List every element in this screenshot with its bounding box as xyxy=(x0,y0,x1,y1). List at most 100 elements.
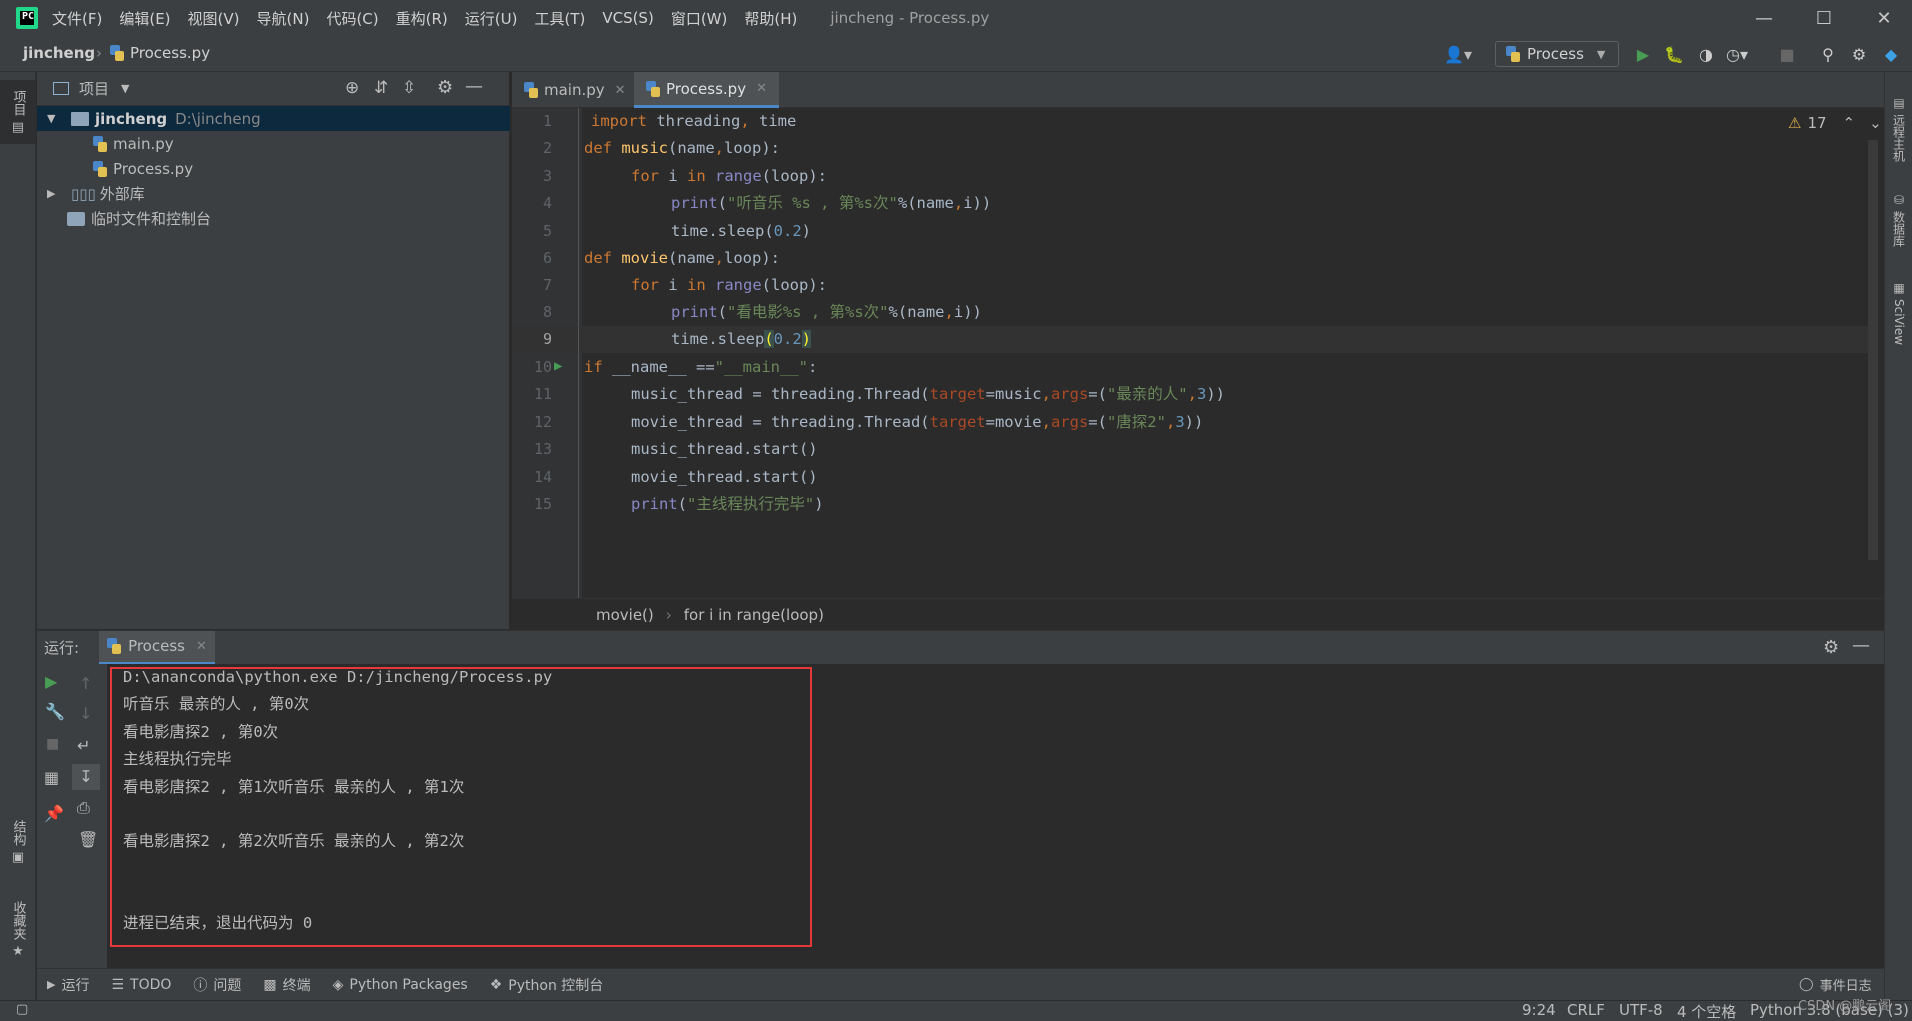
folder-icon xyxy=(71,111,89,126)
scroll-to-end-icon[interactable]: ↧ xyxy=(72,764,100,790)
locate-icon[interactable]: ⊕ xyxy=(345,78,359,98)
tree-root[interactable]: ▼ jincheng D:\jincheng xyxy=(37,106,510,131)
info-icon: ⓘ xyxy=(193,977,208,994)
debug-icon[interactable]: 🐛 xyxy=(1662,42,1686,66)
gear-icon[interactable]: ⚙ xyxy=(1823,637,1839,658)
coverage-icon[interactable]: ◑ xyxy=(1694,42,1718,66)
tree-file-main[interactable]: main.py xyxy=(37,131,510,156)
wrench-icon[interactable]: 🔧 xyxy=(45,702,65,721)
menu-run[interactable]: 运行(U) xyxy=(465,8,518,29)
gear-icon[interactable]: ⚙ xyxy=(437,77,453,98)
menu-tools[interactable]: 工具(T) xyxy=(534,8,585,29)
tree-file-process[interactable]: Process.py xyxy=(37,156,510,181)
code-token: % xyxy=(888,303,898,321)
arrow-down-icon[interactable]: ↓ xyxy=(79,704,92,723)
status-bar: ▢ 9:24 CRLF UTF-8 4 个空格 Python 3.8 (base… xyxy=(0,999,1912,1021)
project-panel-title[interactable]: 项目 xyxy=(79,78,109,99)
print-icon[interactable]: ⎙ xyxy=(77,798,90,818)
close-tab-icon[interactable]: ✕ xyxy=(615,83,626,98)
window-title: jincheng - Process.py xyxy=(830,9,990,27)
editor-scrollbar[interactable] xyxy=(1868,140,1878,560)
stop-icon[interactable]: ■ xyxy=(1775,42,1799,66)
close-tab-icon[interactable]: ✕ xyxy=(756,81,767,96)
structure-icon: ▣ xyxy=(10,849,26,865)
maximize-icon[interactable]: ☐ xyxy=(1796,0,1852,36)
rerun-icon[interactable]: ▶ xyxy=(45,672,57,691)
pycharm-logo-icon: PC xyxy=(16,7,38,29)
tool-tab-run[interactable]: ▶ 运行 xyxy=(47,975,89,995)
tab-main-py[interactable]: main.py ✕ xyxy=(512,72,638,108)
tab-process-py[interactable]: Process.py ✕ xyxy=(634,72,779,108)
file-encoding[interactable]: UTF-8 xyxy=(1619,1001,1663,1019)
expand-all-icon[interactable]: ⇵ xyxy=(374,78,388,98)
tool-tab-structure[interactable]: 结构 ▣ xyxy=(0,812,36,872)
code-token: args xyxy=(1050,385,1089,403)
chevron-down-icon[interactable]: ▼ xyxy=(47,112,63,125)
indent-setting[interactable]: 4 个空格 xyxy=(1677,1001,1736,1021)
menu-edit[interactable]: 编辑(E) xyxy=(119,8,170,29)
chevron-up-icon[interactable]: ⌃ xyxy=(1843,114,1856,132)
pin-icon[interactable]: 📌 xyxy=(44,804,64,823)
tool-tab-terminal[interactable]: ▩ 终端 xyxy=(263,975,310,995)
tool-tab-python-console[interactable]: ❖ Python 控制台 xyxy=(490,975,604,995)
run-config-selector[interactable]: Process ▼ xyxy=(1495,41,1619,67)
trash-icon[interactable]: 🗑 xyxy=(78,830,98,849)
tree-external-libs[interactable]: ▶ ▯▯▯ 外部库 xyxy=(37,181,510,206)
search-icon[interactable]: ⚲ xyxy=(1816,42,1840,66)
nav-project[interactable]: jincheng xyxy=(23,44,95,62)
hide-panel-icon[interactable]: — xyxy=(465,76,483,97)
nav-file[interactable]: Process.py xyxy=(110,44,210,62)
menu-code[interactable]: 代码(C) xyxy=(326,8,378,29)
hide-panel-icon[interactable]: — xyxy=(1852,635,1870,656)
menu-vcs[interactable]: VCS(S) xyxy=(602,9,653,27)
caret-position[interactable]: 9:24 xyxy=(1522,1001,1556,1019)
tree-scratches[interactable]: 临时文件和控制台 xyxy=(37,206,510,231)
tool-tab-sciview[interactable]: ▦ SciView xyxy=(1885,268,1912,358)
arrow-up-icon[interactable]: ↑ xyxy=(79,674,92,693)
code-token: ( xyxy=(764,330,774,348)
stop-icon[interactable]: ■ xyxy=(46,736,59,752)
code-token: : xyxy=(808,358,818,376)
breadcrumb-function[interactable]: movie() xyxy=(596,606,654,624)
plugin-icon[interactable]: ◆ xyxy=(1879,42,1903,66)
menu-view[interactable]: 视图(V) xyxy=(188,8,240,29)
tool-tab-remote-host[interactable]: ▤ 远程主机 xyxy=(1885,84,1912,174)
menu-help[interactable]: 帮助(H) xyxy=(744,8,797,29)
layout-icon[interactable]: ▦ xyxy=(44,768,59,787)
tool-tab-favorites[interactable]: 收藏夹 ★ xyxy=(0,890,36,970)
tool-tab-project[interactable]: 项目 ▤ xyxy=(0,80,36,144)
menu-refactor[interactable]: 重构(R) xyxy=(396,8,448,29)
code-editor[interactable]: 1 2 3 4 5 6 7 8 9 10 11 12 13 14 15 ▶ im… xyxy=(512,108,1884,598)
gear-icon[interactable]: ⚙ xyxy=(1847,42,1871,66)
panel-toggle-icon[interactable]: ▢ xyxy=(16,1002,28,1017)
chevron-right-icon[interactable]: ▶ xyxy=(47,187,63,200)
profile-icon[interactable]: ◷▾ xyxy=(1725,42,1749,66)
close-icon[interactable]: ✕ xyxy=(1856,0,1912,36)
run-tab-process[interactable]: Process ✕ xyxy=(99,630,215,665)
soft-wrap-icon[interactable]: ↵ xyxy=(77,736,90,755)
menu-file[interactable]: 文件(F) xyxy=(52,8,102,29)
tool-tab-database[interactable]: ⛁ 数据库 xyxy=(1885,180,1912,260)
menu-navigate[interactable]: 导航(N) xyxy=(257,8,310,29)
minimize-icon[interactable]: — xyxy=(1736,0,1792,36)
chevron-down-icon[interactable]: ⌄ xyxy=(1869,114,1882,132)
event-log[interactable]: ◯ 事件日志 xyxy=(1799,975,1872,994)
close-tab-icon[interactable]: ✕ xyxy=(196,639,207,654)
chevron-down-icon[interactable]: ▼ xyxy=(121,82,129,95)
code-token: if xyxy=(584,358,603,376)
run-gutter-icon[interactable]: ▶ xyxy=(554,353,562,380)
breadcrumb-loop[interactable]: for i in range(loop) xyxy=(684,606,824,624)
tool-tab-problems[interactable]: ⓘ 问题 xyxy=(193,975,241,995)
account-icon[interactable]: 👤▾ xyxy=(1440,42,1476,66)
code-token: i)) xyxy=(963,194,992,212)
inspection-widget[interactable]: ⚠ 17 ⌃ ⌄ xyxy=(1788,114,1882,132)
tool-tab-todo[interactable]: ☰ TODO xyxy=(111,977,171,993)
tool-tab-python-packages[interactable]: ◈ Python Packages xyxy=(333,977,468,993)
console-output[interactable]: D:\ananconda\python.exe D:/jincheng/Proc… xyxy=(107,664,1884,968)
line-number: 9 xyxy=(542,330,552,348)
run-icon[interactable]: ▶ xyxy=(1631,42,1655,66)
menu-window[interactable]: 窗口(W) xyxy=(671,8,728,29)
collapse-all-icon[interactable]: ⇳ xyxy=(402,78,416,98)
line-separator[interactable]: CRLF xyxy=(1567,1001,1605,1019)
code-token: =( xyxy=(1088,385,1107,403)
